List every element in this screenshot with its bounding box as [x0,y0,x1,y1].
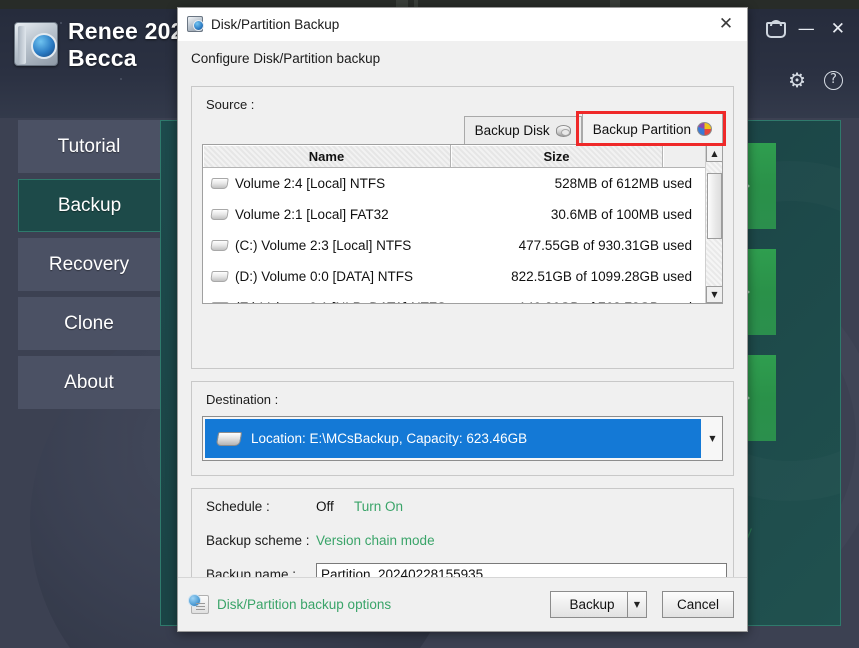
table-row[interactable]: Volume 2:1 [Local] FAT32 30.6MB of 100MB… [203,199,722,230]
sidebar-item-recovery[interactable]: Recovery [18,238,160,291]
chevron-down-icon[interactable]: ▼ [703,417,722,460]
table-row[interactable]: (C:) Volume 2:3 [Local] NTFS 477.55GB of… [203,230,722,261]
sidebar-item-label: Backup [57,194,122,216]
dialog-app-icon [187,16,204,32]
destination-label: Destination : [206,392,279,407]
backup-options-link[interactable]: Disk/Partition backup options [188,594,392,614]
volume-size: 528MB of 612MB used [554,176,692,191]
dialog-footer: Disk/Partition backup options Backup ▼ C… [178,577,747,631]
partition-list-scrollbar[interactable]: ▲ ▼ [705,145,722,303]
source-groupbox: Source : Backup Disk Backup Partition Na… [191,86,734,369]
sidebar-item-label: Clone [64,312,114,334]
sidebar-item-backup[interactable]: Backup [18,179,160,232]
close-button[interactable]: ✕ [831,20,845,38]
destination-value-text: Location: E:\MCsBackup, Capacity: 623.46… [251,431,528,446]
backup-scheme-link[interactable]: Version chain mode [316,533,435,548]
app-sub-icons: ⚙ ? [788,70,843,90]
source-label: Source : [206,97,255,112]
disk-partition-backup-dialog: Disk/Partition Backup ✕ Configure Disk/P… [177,7,748,632]
volume-icon [210,178,229,189]
backup-scheme-label: Backup scheme : [206,532,310,548]
schedule-label: Schedule : [206,498,270,514]
column-header-name[interactable]: Name [203,145,451,167]
options-icon [188,594,209,614]
dialog-close-icon[interactable]: ✕ [711,11,741,37]
volume-icon [210,240,229,251]
renee-becca-logo-icon [14,22,58,66]
table-row[interactable]: (D:) Volume 0:0 [DATA] NTFS 822.51GB of … [203,261,722,292]
help-icon-label: ? [830,72,837,87]
scroll-down-icon[interactable]: ▼ [706,286,722,303]
volume-name: Volume 2:1 [Local] FAT32 [235,207,389,222]
pie-chart-icon [697,122,712,136]
volume-size: 822.51GB of 1099.28GB used [511,269,692,284]
help-icon[interactable]: ? [824,70,843,90]
sidebar-item-clone[interactable]: Clone [18,297,160,350]
dialog-titlebar: Disk/Partition Backup ✕ [178,8,747,41]
volume-name: (E:) Volume 0:1 [NLP_DATA] NTFS [235,300,470,303]
schedule-state: Off [316,498,334,514]
cancel-button[interactable]: Cancel [662,591,734,618]
schedule-turn-on-link[interactable]: Turn On [354,499,403,514]
partition-list: Name Size Volume 2:4 [Local] NTFS 528MB … [202,144,723,304]
app-brand: Renee 2024 Becca [14,18,197,72]
destination-groupbox: Destination : Location: E:\MCsBackup, Ca… [191,381,734,476]
volume-name: (D:) Volume 0:0 [DATA] NTFS [235,269,414,284]
drive-icon [215,431,243,446]
scroll-up-icon[interactable]: ▲ [706,145,722,162]
skin-icon[interactable] [765,20,786,38]
volume-icon [210,302,229,303]
column-header-size[interactable]: Size [451,145,663,167]
minimize-button[interactable]: — [798,20,815,38]
volume-size: 30.6MB of 100MB used [550,207,692,222]
volume-size: 149.26GB of 762.72GB used [470,300,692,303]
volume-icon [210,271,229,282]
scrollbar-thumb[interactable] [707,173,722,239]
partition-list-header: Name Size [203,145,722,168]
schedule-row: Schedule : Off Turn On [192,489,733,523]
backup-button[interactable]: Backup [550,591,627,618]
disk-icon [555,124,571,137]
sidebar-item-tutorial[interactable]: Tutorial [18,120,160,173]
dialog-body: Configure Disk/Partition backup Source :… [178,41,747,631]
destination-selected-option[interactable]: Location: E:\MCsBackup, Capacity: 623.46… [205,419,701,458]
gear-icon[interactable]: ⚙ [788,70,806,90]
sidebar-item-label: Recovery [48,253,130,275]
table-row[interactable]: Volume 2:4 [Local] NTFS 528MB of 612MB u… [203,168,722,199]
destination-select[interactable]: Location: E:\MCsBackup, Capacity: 623.46… [202,416,723,461]
volume-name: Volume 2:4 [Local] NTFS [235,176,386,191]
sidebar-item-about[interactable]: About [18,356,160,409]
backup-scheme-row: Backup scheme : Version chain mode [192,523,733,557]
backup-dropdown-icon[interactable]: ▼ [627,591,647,618]
volume-name: (C:) Volume 2:3 [Local] NTFS [235,238,412,253]
volume-icon [210,209,229,220]
sidebar-item-label: Tutorial [57,135,121,157]
window-controls: — ✕ [765,20,845,38]
tab-backup-disk-label: Backup Disk [474,123,550,138]
tab-backup-partition[interactable]: Backup Partition [581,113,723,144]
source-tabs: Backup Disk Backup Partition [463,113,723,144]
dialog-subtitle: Configure Disk/Partition backup [191,51,381,66]
dialog-title: Disk/Partition Backup [211,16,340,32]
tab-backup-disk[interactable]: Backup Disk [463,116,582,144]
volume-size: 477.55GB of 930.31GB used [518,238,692,253]
sidebar-nav: Tutorial Backup Recovery Clone About [18,120,160,415]
backup-options-link-label: Disk/Partition backup options [217,597,392,612]
sidebar-item-label: About [64,371,114,393]
table-row[interactable]: (E:) Volume 0:1 [NLP_DATA] NTFS 149.26GB… [203,292,722,303]
tab-backup-partition-label: Backup Partition [592,121,691,137]
